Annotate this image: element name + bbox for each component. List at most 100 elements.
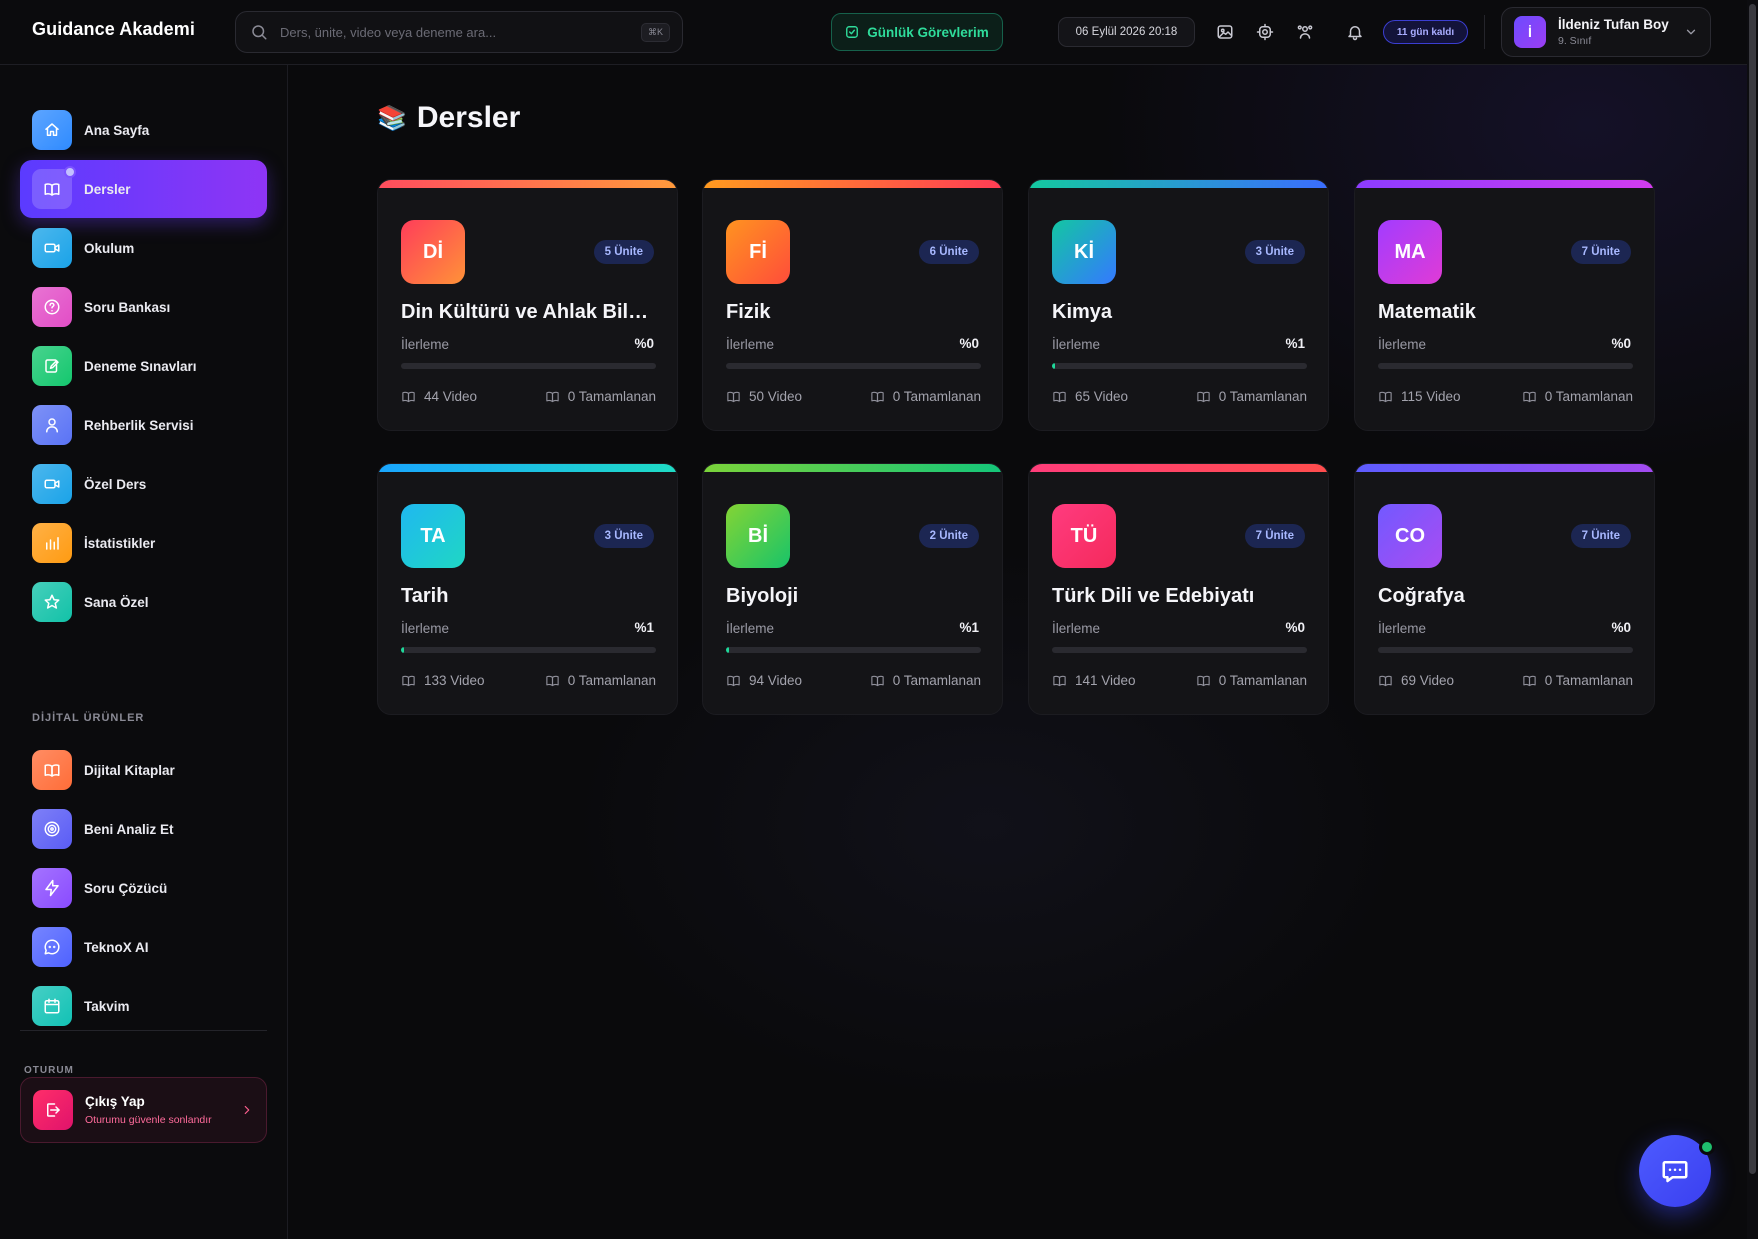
course-card-accent-bar xyxy=(1029,464,1328,472)
sidebar-item-rehberlik-servisi[interactable]: Rehberlik Servisi xyxy=(20,396,267,454)
user-icon xyxy=(46,418,58,433)
logout-button[interactable]: Çıkış Yap Oturumu güvenle sonlandır xyxy=(20,1077,267,1143)
course-card-matematik[interactable]: MA 7 Ünite Matematik İlerleme %0 115 Video 0 T… xyxy=(1354,179,1655,431)
course-abbreviation-avatar: Dİ xyxy=(401,220,465,284)
progress-bar xyxy=(1052,647,1307,653)
book-open-icon xyxy=(1197,391,1210,403)
sidebar-item-ozel-ders[interactable]: Özel Ders xyxy=(20,455,267,513)
course-card-cografya[interactable]: CO 7 Ünite Coğrafya İlerleme %0 69 Video 0 Tam… xyxy=(1354,463,1655,715)
video-count: 65 Video xyxy=(1052,389,1128,404)
video-book-icon xyxy=(1053,391,1066,403)
logout-icon xyxy=(47,1103,60,1117)
logout-icon-box xyxy=(33,1090,73,1130)
video-camera-icon xyxy=(44,243,60,253)
days-left-badge: 11 gün kaldı xyxy=(1383,20,1468,44)
progress-value: %0 xyxy=(1611,620,1631,635)
course-title: Biyoloji xyxy=(726,585,799,607)
completed-count-label: 0 Tamamlanan xyxy=(567,389,656,404)
sidebar-item-label: Beni Analiz Et xyxy=(84,821,174,837)
sidebar: Ana Sayfa Dersler Okulum Soru Bankası Deneme… xyxy=(0,65,288,1239)
sidebar-item-label: Dersler xyxy=(84,181,131,197)
brand-logo[interactable]: Guidance Akademi xyxy=(32,19,195,40)
sidebar-item-takvim[interactable]: Takvim xyxy=(20,977,267,1035)
daily-tasks-button[interactable]: Günlük Görevlerim xyxy=(831,13,1003,51)
books-emoji: 📚 xyxy=(377,104,407,132)
progress-value: %0 xyxy=(959,336,979,351)
section-title-session: OTURUM xyxy=(24,1065,74,1076)
sidebar-item-label: Takvim xyxy=(84,998,130,1014)
sidebar-item-dersler[interactable]: Dersler xyxy=(20,160,267,218)
course-abbreviation-avatar: MA xyxy=(1378,220,1442,284)
notification-bell-icon[interactable] xyxy=(1343,20,1367,44)
sidebar-item-ana-sayfa[interactable]: Ana Sayfa xyxy=(20,101,267,159)
course-card-turk-dili-ve-edebiyati[interactable]: TÜ 7 Ünite Türk Dili ve Edebiyatı İlerleme%… xyxy=(1028,463,1329,715)
settings-cog-icon[interactable] xyxy=(1253,20,1277,44)
video-count-label: 94 Video xyxy=(749,673,803,688)
progress-bar-fill xyxy=(401,647,404,653)
course-title: Tarih xyxy=(401,585,449,607)
sidebar-item-label: Ana Sayfa xyxy=(84,122,150,138)
video-count: 141 Video xyxy=(1052,673,1136,688)
unit-count-badge: 6 Ünite xyxy=(918,240,979,264)
course-card-accent-bar xyxy=(1355,180,1654,188)
book-open-icon xyxy=(44,764,60,777)
video-count: 133 Video xyxy=(401,673,485,688)
video-book-icon xyxy=(1053,675,1066,687)
completed-count-label: 0 Tamamlanan xyxy=(1218,389,1307,404)
sidebar-item-icon-box xyxy=(32,868,72,908)
sidebar-item-soru-bankasi[interactable]: Soru Bankası xyxy=(20,278,267,336)
sidebar-item-okulum[interactable]: Okulum xyxy=(20,219,267,277)
online-status-dot xyxy=(1699,1139,1715,1155)
course-card-accent-bar xyxy=(1355,464,1654,472)
completed-count-label: 0 Tamamlanan xyxy=(1218,673,1307,688)
course-card-fizik[interactable]: Fİ 6 Ünite Fizik İlerleme %0 50 Video 0 Tamaml… xyxy=(702,179,1003,431)
user-profile-menu[interactable]: İ İldeniz Tufan Boy 9. Sınıf xyxy=(1501,7,1711,57)
progress-bar xyxy=(1378,363,1633,369)
daily-tasks-label: Günlük Görevlerim xyxy=(867,24,989,40)
user-name: İldeniz Tufan Boy xyxy=(1558,17,1669,32)
progress-label: İlerleme xyxy=(726,621,775,636)
sidebar-item-label: İstatistikler xyxy=(84,535,156,551)
page-scrollbar[interactable] xyxy=(1747,0,1758,1239)
video-book-icon xyxy=(402,675,415,687)
sidebar-item-teknox-ai[interactable]: TeknoX AI xyxy=(20,918,267,976)
sidebar-item-deneme-sinavlari[interactable]: Deneme Sınavları xyxy=(20,337,267,395)
video-book-icon xyxy=(1379,391,1392,403)
sidebar-item-i-statistikler[interactable]: İstatistikler xyxy=(20,514,267,572)
sidebar-item-sana-ozel[interactable]: Sana Özel xyxy=(20,573,267,631)
course-card-din-kulturu-ve-ahlak-bilgisi[interactable]: Dİ 5 Ünite Din Kültürü ve Ahlak Bilgisi İle… xyxy=(377,179,678,431)
sidebar-item-soru-cozucu[interactable]: Soru Çözücü xyxy=(20,859,267,917)
search-bar[interactable]: ⌘K xyxy=(235,11,683,53)
completed-count-label: 0 Tamamlanan xyxy=(567,673,656,688)
video-book-icon xyxy=(1379,675,1392,687)
bar-chart-icon xyxy=(46,537,59,550)
video-book-icon xyxy=(727,675,740,687)
unit-count-badge: 5 Ünite xyxy=(593,240,654,264)
progress-bar xyxy=(401,363,656,369)
course-card-biyoloji[interactable]: Bİ 2 Ünite Biyoloji İlerleme %1 94 Video 0 Tam… xyxy=(702,463,1003,715)
course-card-tarih[interactable]: TA 3 Ünite Tarih İlerleme %1 133 Video 0 Tamam… xyxy=(377,463,678,715)
chat-bubble-icon xyxy=(44,939,60,955)
sidebar-item-icon-box xyxy=(32,405,72,445)
sidebar-item-dijital-kitaplar[interactable]: Dijital Kitaplar xyxy=(20,741,267,799)
sidebar-item-label: Rehberlik Servisi xyxy=(84,417,194,433)
book-open-icon xyxy=(871,675,884,687)
image-gallery-icon[interactable] xyxy=(1213,20,1237,44)
calendar-icon xyxy=(44,998,60,1014)
course-card-accent-bar xyxy=(703,464,1002,472)
video-count: 115 Video xyxy=(1378,389,1461,404)
search-input[interactable] xyxy=(280,24,641,40)
users-group-icon[interactable] xyxy=(1293,20,1317,44)
sidebar-item-label: TeknoX AI xyxy=(84,939,149,955)
book-open-icon xyxy=(546,391,559,403)
scrollbar-thumb[interactable] xyxy=(1749,4,1756,1174)
sidebar-item-beni-analiz-et[interactable]: Beni Analiz Et xyxy=(20,800,267,858)
chevron-down-icon xyxy=(1686,29,1696,35)
progress-label: İlerleme xyxy=(1052,621,1101,636)
completed-count: 0 Tamamlanan xyxy=(1196,389,1307,404)
progress-label: İlerleme xyxy=(1052,337,1101,352)
progress-value: %0 xyxy=(634,336,654,351)
course-abbreviation-avatar: Bİ xyxy=(726,504,790,568)
course-abbreviation-avatar: CO xyxy=(1378,504,1442,568)
course-card-kimya[interactable]: Kİ 3 Ünite Kimya İlerleme %1 65 Video 0 Tamaml… xyxy=(1028,179,1329,431)
